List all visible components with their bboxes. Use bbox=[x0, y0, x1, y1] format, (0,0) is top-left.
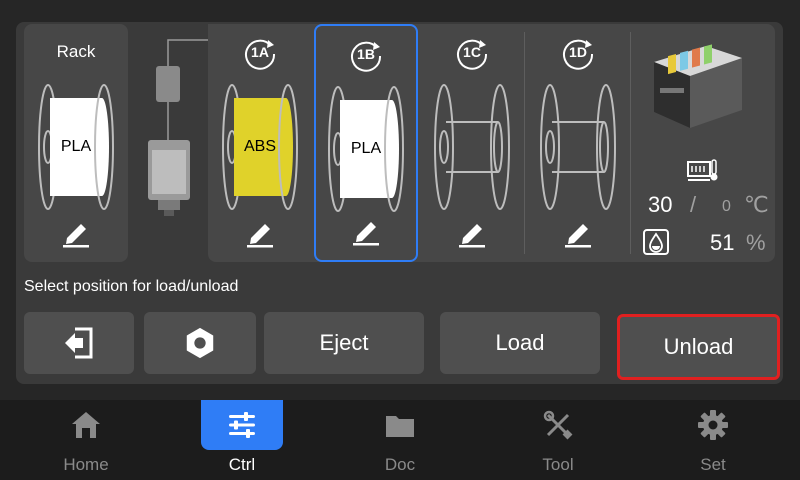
screen: Rack PLA 1A ABS 1B PLA 1C 1D 30 / 0 ℃ 51… bbox=[0, 0, 800, 480]
nav-set[interactable]: Set bbox=[672, 400, 754, 480]
temperature-current: 30 bbox=[648, 192, 673, 217]
material-1a: ABS bbox=[243, 138, 276, 155]
hex-nut-icon bbox=[186, 327, 214, 359]
nav-doc[interactable]: Doc bbox=[359, 400, 441, 480]
nav-doc-label: Doc bbox=[384, 455, 416, 474]
material-1b: PLA bbox=[350, 140, 382, 157]
temperature-unit: ℃ bbox=[744, 192, 769, 217]
exit-button[interactable] bbox=[24, 312, 134, 374]
empty-spool-icon bbox=[540, 84, 616, 210]
extruder-icon bbox=[148, 39, 210, 216]
nav-tool[interactable]: Tool bbox=[517, 400, 599, 480]
pencil-icon bbox=[459, 224, 485, 248]
nav-ctrl-label: Ctrl bbox=[228, 455, 256, 474]
pencil-icon bbox=[353, 222, 379, 246]
humidity-value: 51 bbox=[710, 230, 735, 255]
ams-unit-image bbox=[646, 32, 746, 132]
rack-material: PLA bbox=[60, 138, 92, 155]
sliders-icon bbox=[225, 408, 259, 442]
ams-slot-1c[interactable]: 1C bbox=[420, 24, 524, 262]
bottom-nav: Home Ctrl Doc Tool Set bbox=[0, 400, 800, 480]
empty-spool-icon bbox=[434, 84, 510, 210]
nozzle-button[interactable] bbox=[144, 312, 256, 374]
nav-ctrl[interactable]: Ctrl bbox=[201, 400, 283, 480]
edit-button-1d[interactable] bbox=[561, 218, 595, 248]
slot-id-1a: 1A bbox=[251, 44, 269, 60]
slot-divider bbox=[524, 32, 525, 254]
slot-id-1c: 1C bbox=[463, 44, 481, 60]
humidity-readout: 51 % bbox=[642, 228, 772, 258]
slot-badge-1c: 1C bbox=[454, 34, 490, 70]
home-icon bbox=[69, 408, 103, 442]
feed-path-graphic bbox=[128, 36, 210, 236]
slot-id-1d: 1D bbox=[569, 44, 587, 60]
load-button[interactable]: Load bbox=[440, 312, 600, 374]
ams-slot-1a[interactable]: 1A ABS bbox=[208, 24, 312, 262]
slot-id-1b: 1B bbox=[357, 46, 375, 62]
rack-edit-button[interactable] bbox=[59, 218, 93, 248]
pencil-icon bbox=[63, 224, 89, 248]
pencil-icon bbox=[247, 224, 273, 248]
spool-1a: ABS bbox=[220, 82, 300, 212]
tools-icon bbox=[541, 408, 575, 442]
eject-button[interactable]: Eject bbox=[264, 312, 424, 374]
filament-panel: Rack PLA 1A ABS 1B PLA 1C 1D 30 / 0 ℃ 51… bbox=[16, 22, 783, 384]
unload-button[interactable]: Unload bbox=[617, 314, 780, 380]
ams-slot-1d[interactable]: 1D bbox=[526, 24, 630, 262]
temperature-separator: / bbox=[690, 192, 697, 217]
gear-icon bbox=[696, 408, 730, 442]
slot-badge-1d: 1D bbox=[560, 34, 596, 70]
temperature-readout: 30 / 0 ℃ bbox=[640, 192, 770, 222]
nav-home[interactable]: Home bbox=[45, 400, 127, 480]
rack-title: Rack bbox=[56, 42, 96, 61]
spool-1d bbox=[538, 82, 618, 212]
temperature-target: 0 bbox=[722, 198, 731, 215]
slot-badge-1a: 1A bbox=[242, 34, 278, 70]
ams-unit-icon bbox=[654, 44, 742, 128]
humidity-unit: % bbox=[746, 230, 766, 255]
info-divider bbox=[630, 32, 631, 254]
hint-text: Select position for load/unload bbox=[24, 278, 239, 295]
nav-set-label: Set bbox=[700, 455, 726, 474]
spool-1b: PLA bbox=[326, 84, 406, 214]
nav-tool-label: Tool bbox=[542, 455, 574, 474]
edit-button-1b[interactable] bbox=[349, 216, 383, 246]
rack-slot[interactable]: Rack PLA bbox=[24, 24, 128, 262]
edit-button-1c[interactable] bbox=[455, 218, 489, 248]
ams-slot-1b[interactable]: 1B PLA bbox=[314, 24, 418, 262]
humidity-icon bbox=[642, 228, 670, 256]
edit-button-1a[interactable] bbox=[243, 218, 277, 248]
pencil-icon bbox=[565, 224, 591, 248]
rack-spool: PLA bbox=[36, 82, 116, 212]
slot-badge-1b: 1B bbox=[348, 36, 384, 72]
thermometer-icon bbox=[686, 158, 720, 182]
folder-icon bbox=[383, 408, 417, 442]
nav-home-label: Home bbox=[63, 455, 109, 474]
exit-icon bbox=[65, 327, 93, 359]
spool-1c bbox=[432, 82, 512, 212]
